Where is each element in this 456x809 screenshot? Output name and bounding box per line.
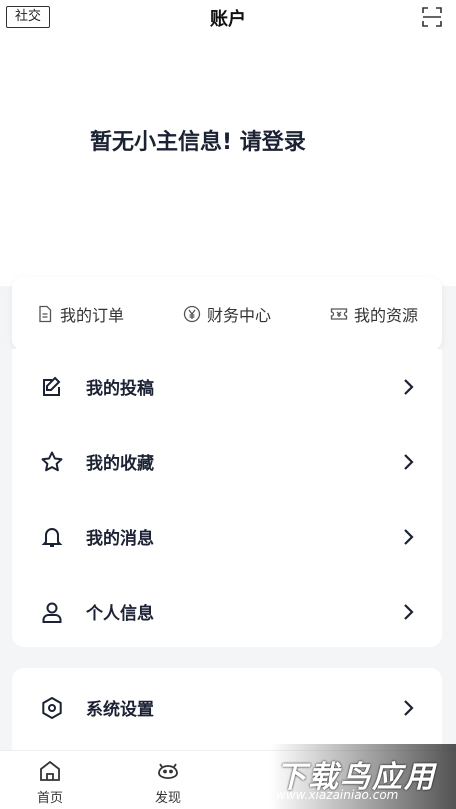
quick-link-finance[interactable]: 财务中心 [183, 302, 271, 326]
menu-item-messages[interactable]: 我的消息 [12, 499, 442, 574]
chevron-right-icon [404, 453, 414, 470]
quick-link-label: 财务中心 [206, 306, 271, 325]
menu-item-label: 个人信息 [86, 604, 154, 624]
user-icon [42, 602, 62, 623]
scan-icon[interactable] [422, 7, 442, 27]
top-bar: 社交 账户 [0, 0, 456, 36]
tab-home[interactable]: 首页 [20, 759, 80, 806]
profile-header: 暂无小主信息! 请登录 [0, 36, 456, 286]
menu-item-settings[interactable]: 系统设置 [12, 670, 442, 745]
menu-list: 我的投稿 我的收藏 我的消息 个人信息 [12, 349, 442, 647]
tab-discover[interactable]: 发现 [138, 759, 198, 806]
discover-icon [158, 763, 178, 779]
bell-icon [41, 527, 63, 547]
menu-item-label: 我的投稿 [86, 379, 154, 399]
menu-item-label: 我的收藏 [86, 454, 154, 474]
star-icon [41, 451, 63, 471]
quick-link-label: 我的订单 [60, 306, 125, 325]
chevron-right-icon [404, 699, 414, 716]
menu-item-label: 系统设置 [86, 700, 154, 720]
watermark-url: www.xiazainiao.com [276, 788, 399, 802]
ticket-icon [330, 308, 348, 320]
quick-links-card: 我的订单 财务中心 我的资源 [12, 277, 442, 351]
tab-label: 首页 [36, 791, 63, 806]
edit-icon [43, 376, 61, 396]
page-title: 账户 [210, 9, 246, 30]
chevron-right-icon [404, 528, 414, 545]
menu-item-submissions[interactable]: 我的投稿 [12, 349, 442, 424]
chevron-right-icon [404, 603, 414, 620]
yen-icon [183, 305, 201, 323]
quick-link-orders[interactable]: 我的订单 [36, 302, 124, 326]
document-icon [39, 305, 52, 323]
menu-item-label: 我的消息 [86, 529, 154, 549]
tab-label: 发现 [154, 791, 181, 806]
home-icon [40, 760, 60, 781]
settings-icon [42, 696, 62, 719]
settings-list: 系统设置 [12, 668, 442, 750]
menu-item-profile[interactable]: 个人信息 [12, 574, 442, 649]
menu-item-favorites[interactable]: 我的收藏 [12, 424, 442, 499]
quick-link-resources[interactable]: 我的资源 [330, 302, 418, 326]
login-prompt[interactable]: 暂无小主信息! 请登录 [90, 124, 306, 156]
quick-link-label: 我的资源 [353, 306, 418, 325]
chevron-right-icon [404, 378, 414, 395]
